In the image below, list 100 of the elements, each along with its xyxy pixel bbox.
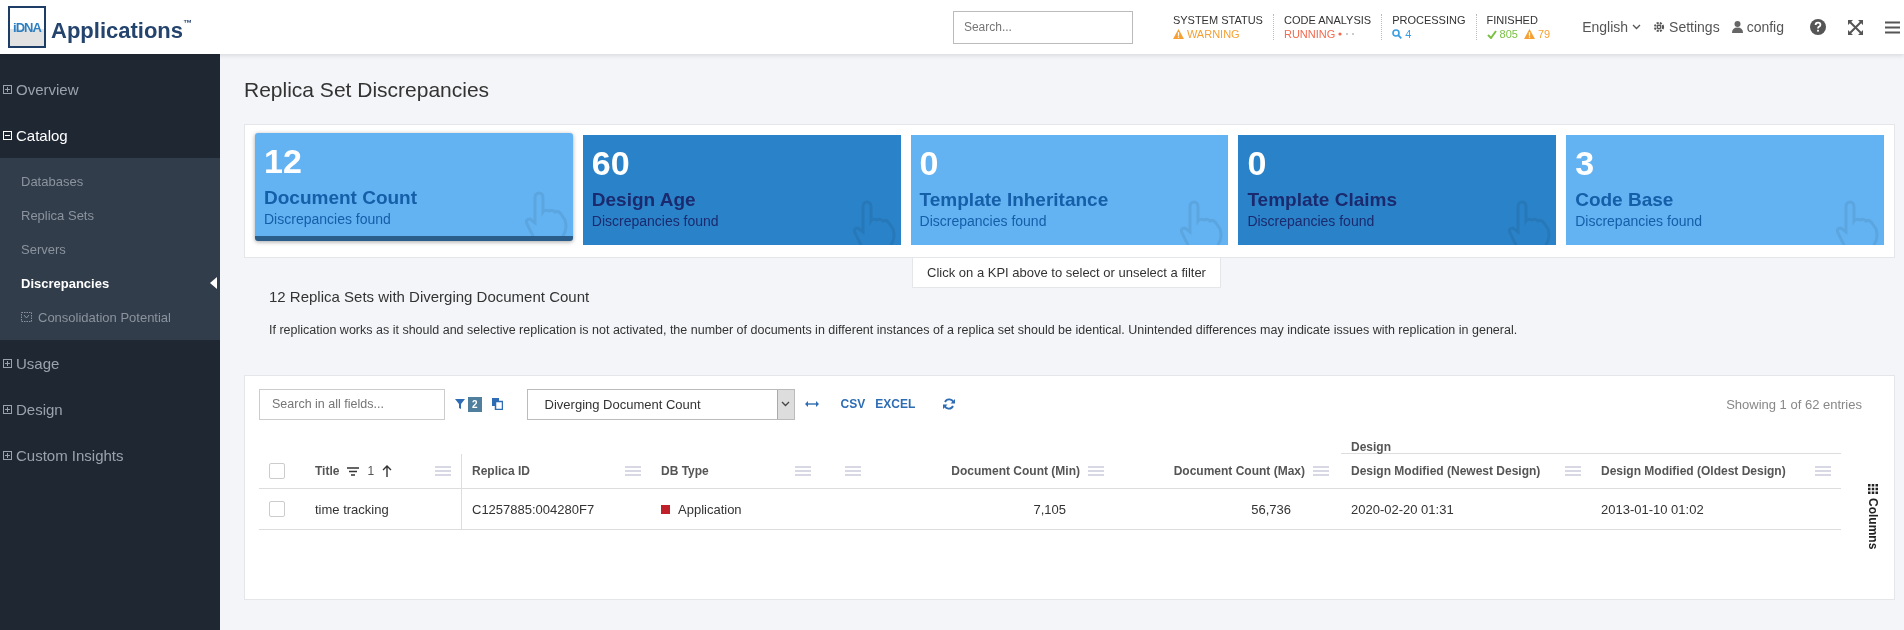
column-header[interactable]: Document Count (Min) [881, 464, 1080, 478]
kpi-value: 0 [919, 143, 940, 183]
kpi-title: Design Age [591, 189, 697, 211]
loading-dots-icon [1338, 32, 1357, 36]
kpi-subtitle: Discrepancies found [1575, 213, 1704, 229]
chevron-down-icon [781, 401, 791, 407]
app-name: Applications™ [51, 18, 192, 45]
kpi-subtitle: Discrepancies found [919, 213, 1048, 229]
table-cell: 56,736 [1251, 501, 1291, 517]
table-cell: 2013-01-10 01:02 [1601, 501, 1704, 517]
status-label: SYSTEM STATUS [1172, 14, 1263, 26]
column-menu-icon[interactable] [1565, 466, 1581, 476]
sort-icon[interactable] [347, 466, 360, 476]
column-menu-icon[interactable] [795, 466, 811, 476]
table-search-field[interactable]: Search in all fields... [259, 388, 445, 420]
sidebar-group[interactable]: Custom Insights [0, 432, 220, 478]
pointer-hand-icon [522, 190, 569, 236]
sidebar-group[interactable]: Overview [0, 66, 220, 112]
expand-icon [3, 358, 12, 368]
column-menu-icon[interactable] [1088, 466, 1104, 476]
sidebar-group[interactable]: Usage [0, 340, 220, 386]
column-menu-icon[interactable] [845, 466, 861, 476]
arrow-up-icon[interactable] [382, 465, 393, 477]
check-icon [1486, 29, 1497, 39]
sidebar-group[interactable]: Catalog [0, 112, 220, 158]
resize-arrows-icon[interactable] [804, 401, 819, 407]
column-menu-icon[interactable] [625, 466, 641, 476]
export-link[interactable]: EXCEL [875, 397, 916, 411]
select-all-checkbox[interactable] [269, 463, 285, 479]
entries-count: Showing 1 of 62 entries [1726, 396, 1862, 412]
sidebar-item[interactable]: Discrepancies [0, 266, 220, 300]
expand-icon [3, 84, 12, 94]
sidebar-item[interactable]: Databases [0, 164, 220, 198]
sidebar-group[interactable]: Design [0, 386, 220, 432]
pointer-hand-icon [850, 199, 897, 245]
language-menu[interactable]: English [1582, 19, 1642, 35]
kpi-value: 12 [264, 141, 303, 181]
sidebar-item[interactable]: Servers [0, 232, 220, 266]
column-header[interactable]: Design Modified (Newest Design) [1351, 464, 1557, 478]
status-value: RUNNING [1283, 28, 1357, 40]
expand-icon [3, 450, 12, 460]
search-field[interactable]: Search... [952, 10, 1133, 44]
sidebar-item[interactable]: Consolidation Potential [0, 300, 220, 334]
pointer-hand-icon [1834, 199, 1880, 245]
column-header[interactable]: Design Modified (Oldest Design) [1601, 464, 1807, 478]
kpi-title: Template Claims [1247, 189, 1398, 211]
section-heading: 12 Replica Sets with Diverging Document Count [269, 288, 591, 305]
pointer-hand-icon [1178, 199, 1225, 245]
table-cell: time tracking [315, 501, 389, 517]
kpi-card[interactable]: 60 Design Age Discrepancies found [582, 135, 901, 245]
chevron-down-icon [1632, 24, 1642, 30]
warning-icon [1523, 29, 1535, 39]
view-select[interactable]: Diverging Document Count [526, 388, 795, 420]
column-header[interactable]: Replica ID [472, 464, 617, 478]
kpi-subtitle: Discrepancies found [591, 213, 720, 229]
columns-button[interactable]: Columns [1862, 388, 1884, 550]
kpi-value: 0 [1247, 143, 1268, 183]
export-link[interactable]: CSV [840, 397, 866, 411]
status-label: PROCESSING [1392, 14, 1466, 26]
section-description: If replication works as it should and selective replication is not activated, the number of documents in different instances of a replica set should be identical. Unintended differences may indicate issues with replication in general. [269, 323, 1519, 337]
kpi-subtitle: Discrepancies found [264, 211, 392, 227]
user-menu[interactable]: config [1731, 19, 1784, 35]
help-icon[interactable] [1810, 19, 1826, 35]
column-menu-icon[interactable] [1815, 466, 1831, 476]
kpi-card[interactable]: 0 Template Claims Discrepancies found [1238, 135, 1557, 245]
status-label: FINISHED [1486, 14, 1539, 26]
expand-icon [3, 404, 12, 414]
kpi-hint: Click on a KPI above to select or unselect a filter [912, 258, 1221, 288]
column-header[interactable]: Document Count (Max) [1126, 464, 1305, 478]
row-checkbox[interactable] [269, 501, 285, 517]
fullscreen-icon[interactable] [1848, 19, 1863, 35]
column-menu-icon[interactable] [435, 466, 451, 476]
pointer-hand-icon [1506, 199, 1553, 245]
refresh-icon[interactable] [943, 398, 956, 410]
search-icon [1392, 29, 1403, 39]
copy-icon[interactable] [491, 398, 503, 410]
settings-icon [1653, 21, 1666, 33]
kpi-title: Template Inheritance [919, 189, 1110, 211]
filter-icon [455, 399, 465, 409]
table-cell: 7,105 [1033, 501, 1066, 517]
kpi-value: 3 [1575, 143, 1596, 183]
status-value: 79 [1523, 28, 1551, 40]
kpi-title: Code Base [1575, 189, 1675, 211]
column-menu-icon[interactable] [1313, 466, 1329, 476]
status-value: 805 [1486, 28, 1518, 40]
sort-order: 1 [367, 464, 375, 478]
table-cell: C1257885:004280F7 [472, 501, 595, 517]
sidebar-item[interactable]: Replica Sets [0, 198, 220, 232]
kpi-subtitle: Discrepancies found [1247, 213, 1376, 229]
logo-mark: iDNA [8, 6, 46, 48]
kpi-title: Document Count [264, 187, 419, 209]
column-header[interactable]: DB Type [661, 464, 787, 478]
column-header[interactable]: Title [315, 464, 340, 478]
settings-link[interactable]: Settings [1653, 19, 1720, 35]
collapse-icon [3, 130, 12, 140]
table-cell: 2020-02-20 01:31 [1351, 501, 1454, 517]
selected-caret-icon [210, 277, 217, 289]
status-label: CODE ANALYSIS [1283, 14, 1372, 26]
status-value: 4 [1392, 28, 1412, 40]
menu-icon[interactable] [1885, 20, 1900, 34]
